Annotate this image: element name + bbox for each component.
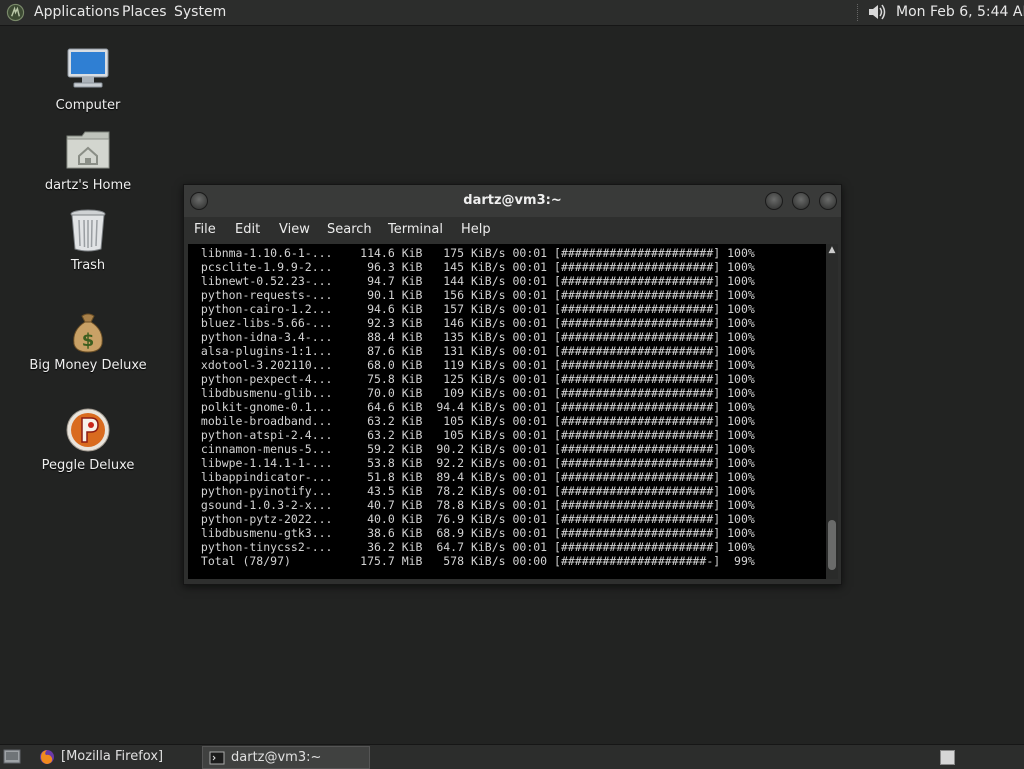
scroll-up-arrow[interactable]: ▲ bbox=[827, 245, 837, 255]
desktop-icon-label: dartz's Home bbox=[44, 178, 132, 193]
terminal-output[interactable]: libnma-1.10.6-1-... 114.6 KiB 175 KiB/s … bbox=[188, 244, 826, 579]
maximize-button[interactable] bbox=[792, 192, 810, 210]
terminal-icon bbox=[209, 751, 225, 765]
menu-terminal[interactable]: Terminal bbox=[388, 222, 443, 237]
svg-text:$: $ bbox=[82, 330, 95, 351]
home-folder-icon bbox=[66, 131, 110, 169]
system-menu[interactable]: System bbox=[174, 4, 226, 20]
desktop-icon-label: Trash bbox=[70, 258, 106, 273]
desktop-icon-label: Computer bbox=[55, 98, 121, 113]
window-title: dartz@vm3:~ bbox=[463, 193, 562, 208]
computer-icon bbox=[67, 48, 109, 88]
mate-menu-icon[interactable] bbox=[6, 3, 25, 22]
menu-edit[interactable]: Edit bbox=[235, 222, 260, 237]
applications-menu[interactable]: Applications bbox=[34, 4, 120, 20]
top-panel: Applications Places System Mon Feb 6, 5:… bbox=[0, 0, 1024, 26]
terminal-menubar: File Edit View Search Terminal Help bbox=[184, 217, 841, 243]
money-bag-icon: $ bbox=[73, 313, 103, 353]
taskbar-label: dartz@vm3:~ bbox=[231, 750, 322, 765]
taskbar-label: [Mozilla Firefox] bbox=[61, 749, 164, 764]
minimize-button[interactable] bbox=[765, 192, 783, 210]
firefox-icon bbox=[40, 750, 54, 764]
scroll-thumb[interactable] bbox=[828, 520, 836, 570]
volume-icon[interactable] bbox=[866, 2, 888, 22]
terminal-window[interactable]: dartz@vm3:~ File Edit View Search Termin… bbox=[183, 184, 842, 585]
menu-file[interactable]: File bbox=[194, 222, 216, 237]
clock[interactable]: Mon Feb 6, 5:44 AM bbox=[896, 4, 1024, 20]
terminal-scrollbar[interactable]: ▲ bbox=[826, 244, 838, 579]
taskbar-terminal[interactable]: dartz@vm3:~ bbox=[202, 746, 370, 769]
terminal-text: libnma-1.10.6-1-... 114.6 KiB 175 KiB/s … bbox=[200, 246, 755, 568]
taskbar-firefox[interactable]: [Mozilla Firefox] bbox=[33, 746, 195, 767]
desktop-icon-label: Big Money Deluxe bbox=[29, 358, 147, 373]
peggle-icon bbox=[66, 408, 110, 452]
panel-separator bbox=[857, 4, 860, 21]
places-menu[interactable]: Places bbox=[122, 4, 167, 20]
desktop-icon-label: Peggle Deluxe bbox=[41, 458, 135, 473]
workspace-switcher[interactable] bbox=[940, 750, 955, 765]
menu-search[interactable]: Search bbox=[327, 222, 372, 237]
menu-help[interactable]: Help bbox=[461, 222, 491, 237]
menu-view[interactable]: View bbox=[279, 222, 310, 237]
title-bar[interactable]: dartz@vm3:~ bbox=[184, 185, 841, 217]
show-desktop-icon[interactable] bbox=[3, 749, 21, 764]
close-button[interactable] bbox=[819, 192, 837, 210]
bottom-panel: [Mozilla Firefox] dartz@vm3:~ bbox=[0, 744, 1024, 769]
trash-icon bbox=[70, 209, 106, 252]
